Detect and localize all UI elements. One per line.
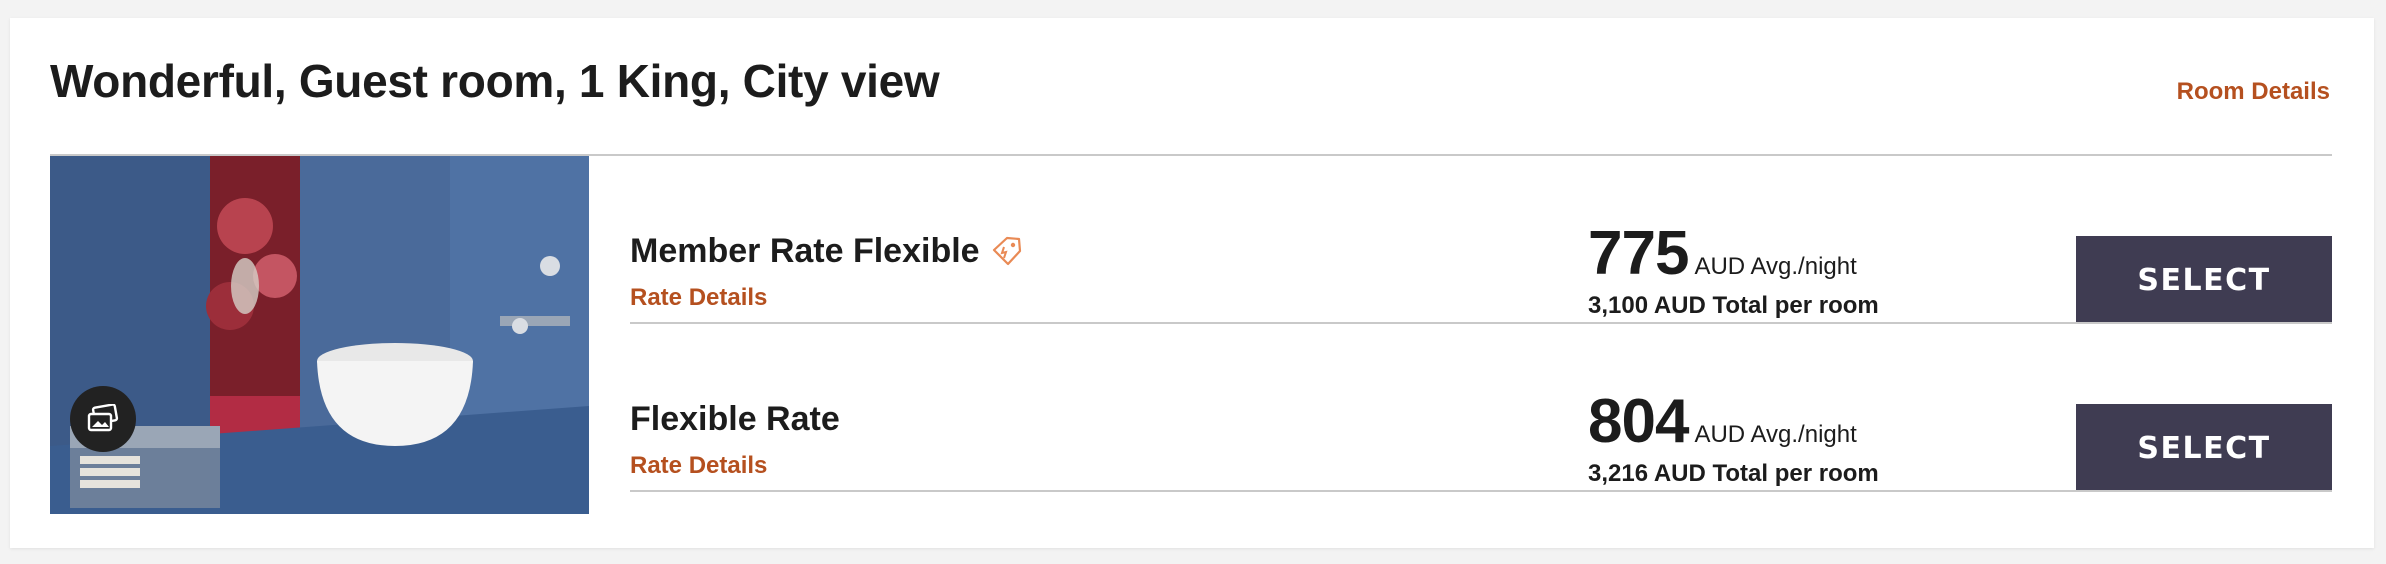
rate-name: Member Rate Flexible — [630, 232, 1024, 271]
price-block: 804 AUD Avg./night 3,216 AUD Total per r… — [1588, 387, 1879, 488]
price-unit: AUD Avg./night — [1694, 253, 1857, 280]
price-amount: 804 — [1588, 387, 1689, 456]
select-button[interactable]: SELECT — [2076, 404, 2332, 492]
gallery-button[interactable] — [70, 386, 136, 452]
price-total: 3,216 AUD Total per room — [1588, 460, 1879, 487]
divider — [630, 490, 2332, 492]
price-amount: 775 — [1588, 219, 1689, 288]
rate-name-text: Flexible Rate — [630, 400, 840, 438]
price-block: 775 AUD Avg./night 3,100 AUD Total per r… — [1588, 219, 1879, 320]
rate-details-link[interactable]: Rate Details — [630, 452, 767, 480]
rate-row-member-flexible: Member Rate Flexible Rate Details 775 AU… — [630, 156, 2332, 324]
rate-row-flexible: Flexible Rate Rate Details 804 AUD Avg./… — [630, 324, 2332, 492]
rate-name: Flexible Rate — [630, 400, 840, 439]
room-photo-illustration — [50, 156, 589, 514]
tag-icon — [992, 236, 1021, 265]
rate-name-text: Member Rate Flexible — [630, 232, 980, 270]
room-card: Wonderful, Guest room, 1 King, City view… — [10, 18, 2374, 548]
room-photo[interactable] — [50, 156, 589, 514]
price-total: 3,100 AUD Total per room — [1588, 292, 1879, 319]
rate-details-link[interactable]: Rate Details — [630, 284, 767, 312]
price-unit: AUD Avg./night — [1694, 421, 1857, 448]
image-gallery-icon — [87, 404, 119, 432]
select-button[interactable]: SELECT — [2076, 236, 2332, 324]
room-details-link[interactable]: Room Details — [2177, 78, 2330, 106]
room-title: Wonderful, Guest room, 1 King, City view — [50, 55, 940, 107]
